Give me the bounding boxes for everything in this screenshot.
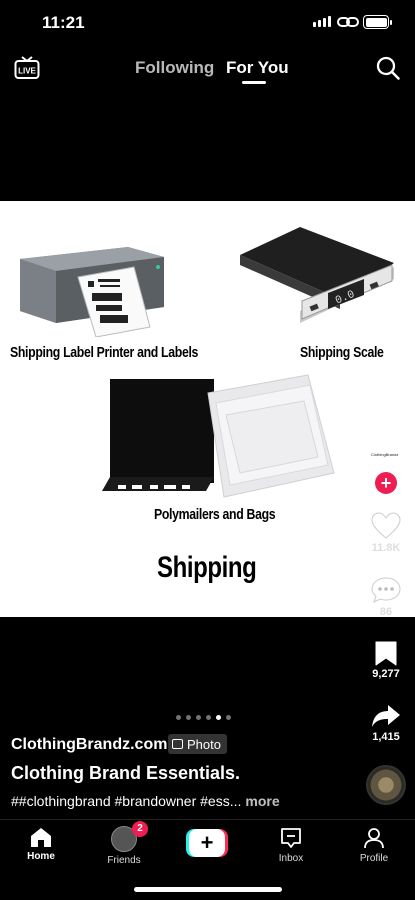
friends-badge: 2 xyxy=(132,821,148,837)
post-photo[interactable]: 0.0 Shipping Label Printer and Labels Sh… xyxy=(0,201,415,617)
nav-friends-label: Friends xyxy=(107,855,141,866)
author-name[interactable]: ClothingBrandz.com xyxy=(11,736,167,754)
carousel-dot[interactable] xyxy=(176,715,181,720)
post-hashtags[interactable]: ##clothingbrand #brandowner #ess... more xyxy=(11,793,280,809)
comment-count: 86 xyxy=(379,606,393,618)
bookmark-button[interactable]: 9,277 xyxy=(360,640,412,680)
nav-home-label: Home xyxy=(27,851,55,862)
carousel-dot[interactable] xyxy=(226,715,231,720)
post-title: Clothing Brand Essentials. xyxy=(11,763,241,783)
photo-icon xyxy=(172,739,183,749)
polymailers-image xyxy=(102,374,335,498)
like-count: 11.8K xyxy=(371,542,401,554)
nav-profile-label: Profile xyxy=(359,853,389,864)
tab-for-you[interactable]: For You xyxy=(226,58,289,78)
caption-printer: Shipping Label Printer and Labels xyxy=(10,344,199,361)
status-bar: 11:21 xyxy=(0,0,415,46)
nav-home[interactable]: Home xyxy=(11,826,71,862)
carousel-dot[interactable] xyxy=(206,715,211,720)
carousel-dot-active[interactable] xyxy=(216,715,221,720)
share-count: 1,415 xyxy=(372,731,400,743)
carousel-dot[interactable] xyxy=(186,715,191,720)
heart-icon xyxy=(371,512,401,539)
inbox-icon xyxy=(281,828,301,848)
link-icon xyxy=(337,17,359,27)
home-indicator xyxy=(134,887,282,892)
active-tab-indicator xyxy=(242,81,266,84)
home-icon xyxy=(31,828,51,847)
comment-icon xyxy=(371,577,401,603)
bookmark-icon xyxy=(375,641,397,666)
nav-inbox[interactable]: Inbox xyxy=(261,826,321,864)
like-button[interactable]: 11.8K xyxy=(360,512,412,554)
svg-text:LIVE: LIVE xyxy=(18,67,36,76)
bookmark-count: 9,277 xyxy=(372,668,400,680)
more-link[interactable]: more xyxy=(245,793,279,809)
follow-plus-icon[interactable]: + xyxy=(375,472,397,494)
caption-scale: Shipping Scale xyxy=(300,344,384,361)
live-icon[interactable]: LIVE xyxy=(14,56,40,80)
nav-friends[interactable]: 2 Friends xyxy=(94,821,154,866)
caption-heading: Shipping xyxy=(157,551,257,584)
carousel-dot[interactable] xyxy=(196,715,201,720)
shipping-scale-image: 0.0 xyxy=(240,227,394,323)
status-time: 11:21 xyxy=(42,13,85,32)
carousel-dots xyxy=(176,715,231,720)
search-icon[interactable] xyxy=(376,56,400,80)
tab-following[interactable]: Following xyxy=(135,58,214,78)
comment-button[interactable]: 86 xyxy=(360,576,412,618)
share-icon xyxy=(372,705,400,727)
hashtags-text[interactable]: ##clothingbrand #brandowner #ess... xyxy=(11,793,241,809)
photo-badge: Photo xyxy=(168,734,227,754)
plus-icon: + xyxy=(189,829,225,857)
photo-badge-label: Photo xyxy=(187,736,221,752)
nav-profile[interactable]: Profile xyxy=(344,826,404,864)
creator-avatar[interactable] xyxy=(369,438,403,472)
signal-icon xyxy=(313,16,331,27)
battery-icon xyxy=(363,15,392,29)
nav-inbox-label: Inbox xyxy=(278,853,304,864)
create-button[interactable]: + xyxy=(186,829,228,857)
caption-polymailers: Polymailers and Bags xyxy=(154,506,276,523)
share-button[interactable]: 1,415 xyxy=(360,703,412,743)
top-nav: LIVE Following For You xyxy=(0,50,415,90)
music-disc[interactable] xyxy=(366,765,406,805)
label-printer-image xyxy=(20,247,164,337)
profile-icon xyxy=(364,828,384,849)
